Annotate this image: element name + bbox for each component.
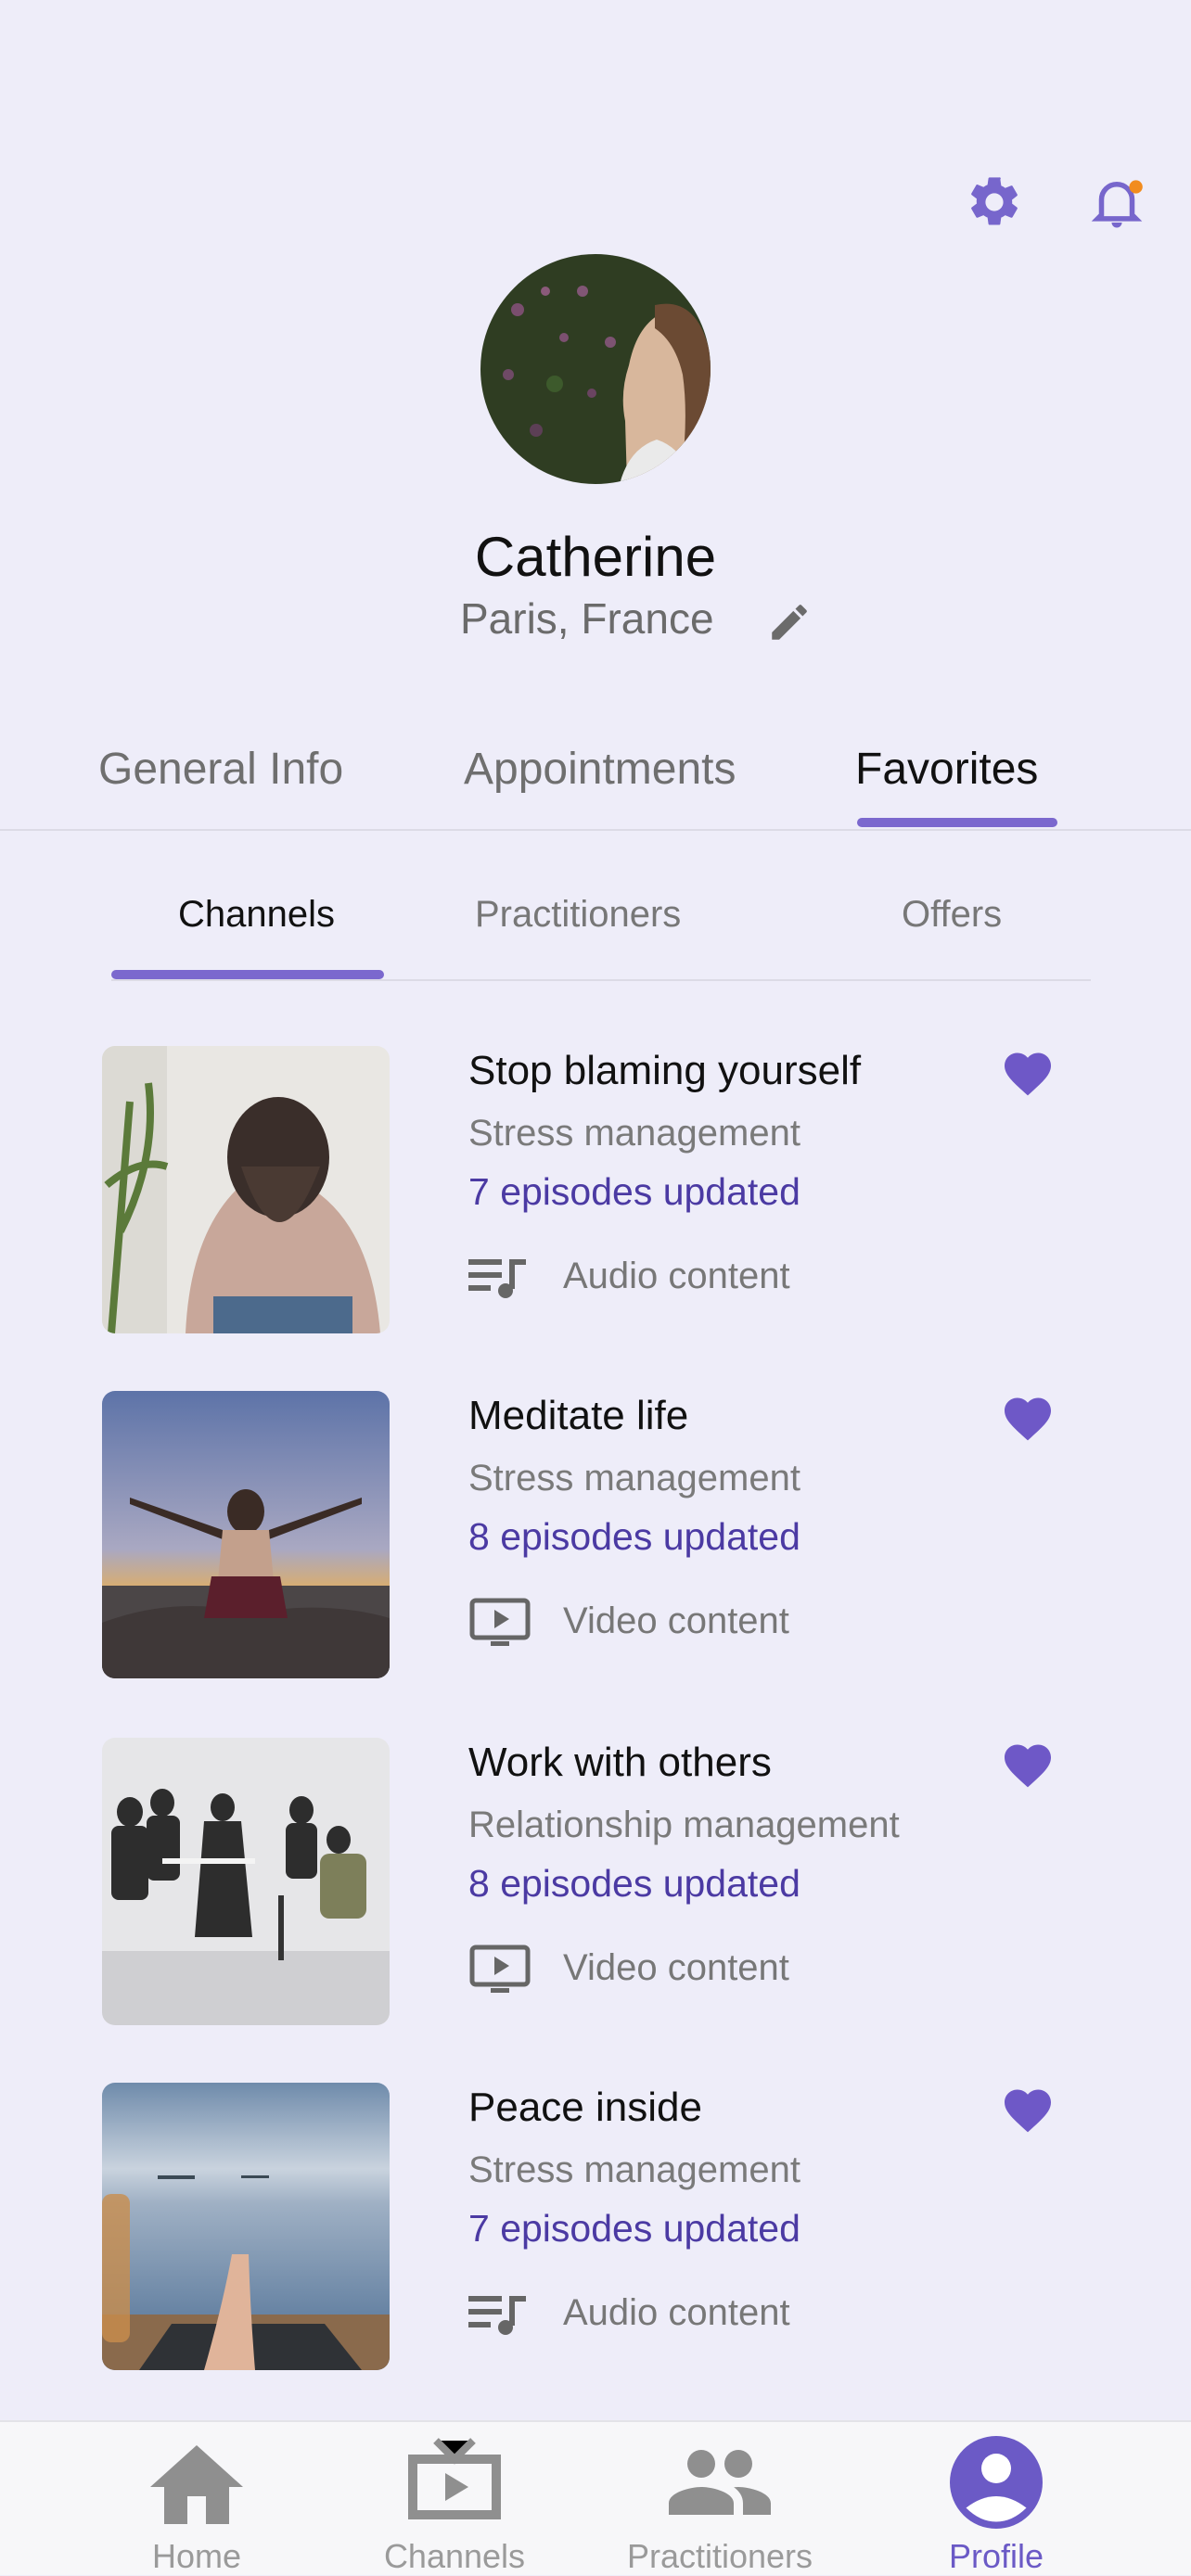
channel-category: Stress management [468,1113,800,1154]
list-item[interactable]: Meditate life Stress management 8 episod… [102,1391,1095,1678]
list-item[interactable]: Peace inside Stress management 7 episode… [102,2083,1095,2370]
channel-thumbnail [102,1391,390,1678]
bottom-navigation: Home Channels Practitioners Profile [0,2420,1191,2575]
channel-title: Peace inside [468,2085,702,2130]
profile-location: Paris, France [460,594,714,643]
heart-icon [1005,1744,1051,1788]
notifications-button[interactable] [1082,167,1152,237]
channel-episodes: 7 episodes updated [468,1170,800,1213]
profile-name: Catherine [474,526,717,588]
heart-icon [1005,1052,1051,1096]
tv-icon [408,2438,501,2519]
gear-icon [971,177,1018,225]
favorite-button[interactable] [1000,1046,1056,1102]
tabs-divider [0,829,1191,831]
nav-profile[interactable]: Profile [876,2422,1117,2575]
playlist-music-icon [468,2289,531,2340]
list-item[interactable]: Work with others Relationship management… [102,1738,1095,2025]
tab-favorites[interactable]: Favorites [855,744,1038,795]
bell-icon [1091,180,1143,228]
video-play-icon [468,1944,531,1996]
subtab-offers[interactable]: Offers [902,894,1002,936]
video-play-icon [468,1597,531,1649]
channel-category: Relationship management [468,1804,900,1845]
people-icon [669,2450,771,2515]
channel-category: Stress management [468,2149,800,2190]
list-item[interactable]: Stop blaming yourself Stress management … [102,1046,1095,1333]
nav-home[interactable]: Home [76,2422,317,2575]
channel-title: Meditate life [468,1393,689,1438]
channel-title: Stop blaming yourself [468,1048,862,1093]
content-type: Video content [563,1600,789,1641]
nav-label: Practitioners [626,2537,813,2575]
nav-label: Home [151,2537,242,2575]
content-type: Audio content [563,2292,790,2333]
nav-channels[interactable]: Channels [334,2422,575,2575]
content-type: Audio content [563,1256,790,1296]
notification-dot [1129,180,1143,194]
nav-label: Channels [383,2537,526,2575]
playlist-music-icon [468,1252,531,1304]
subtabs-divider [111,979,1091,981]
home-icon [150,2445,243,2524]
tab-general-info[interactable]: General Info [98,744,343,795]
nav-label: Profile [948,2537,1044,2575]
tab-appointments[interactable]: Appointments [464,744,736,795]
pencil-icon [772,605,807,640]
active-tab-indicator [857,818,1057,827]
edit-profile-button[interactable] [766,599,813,645]
channel-thumbnail [102,2083,390,2370]
channel-episodes: 8 episodes updated [468,1862,800,1905]
channel-episodes: 7 episodes updated [468,2207,800,2250]
channel-category: Stress management [468,1458,800,1498]
nav-practitioners[interactable]: Practitioners [599,2422,840,2575]
avatar[interactable] [480,254,711,484]
channel-episodes: 8 episodes updated [468,1515,800,1558]
channel-thumbnail [102,1738,390,2025]
favorite-button[interactable] [1000,1391,1056,1447]
subtab-channels[interactable]: Channels [178,894,335,936]
heart-icon [1005,2089,1051,2133]
favorite-button[interactable] [1000,2083,1056,2138]
subtab-practitioners[interactable]: Practitioners [475,894,681,936]
favorite-button[interactable] [1000,1738,1056,1793]
active-subtab-indicator [111,970,384,979]
content-type: Video content [563,1947,789,1988]
settings-button[interactable] [959,167,1030,237]
channel-title: Work with others [468,1740,772,1785]
heart-icon [1005,1397,1051,1441]
channel-thumbnail [102,1046,390,1333]
profile-icon [950,2436,1043,2529]
